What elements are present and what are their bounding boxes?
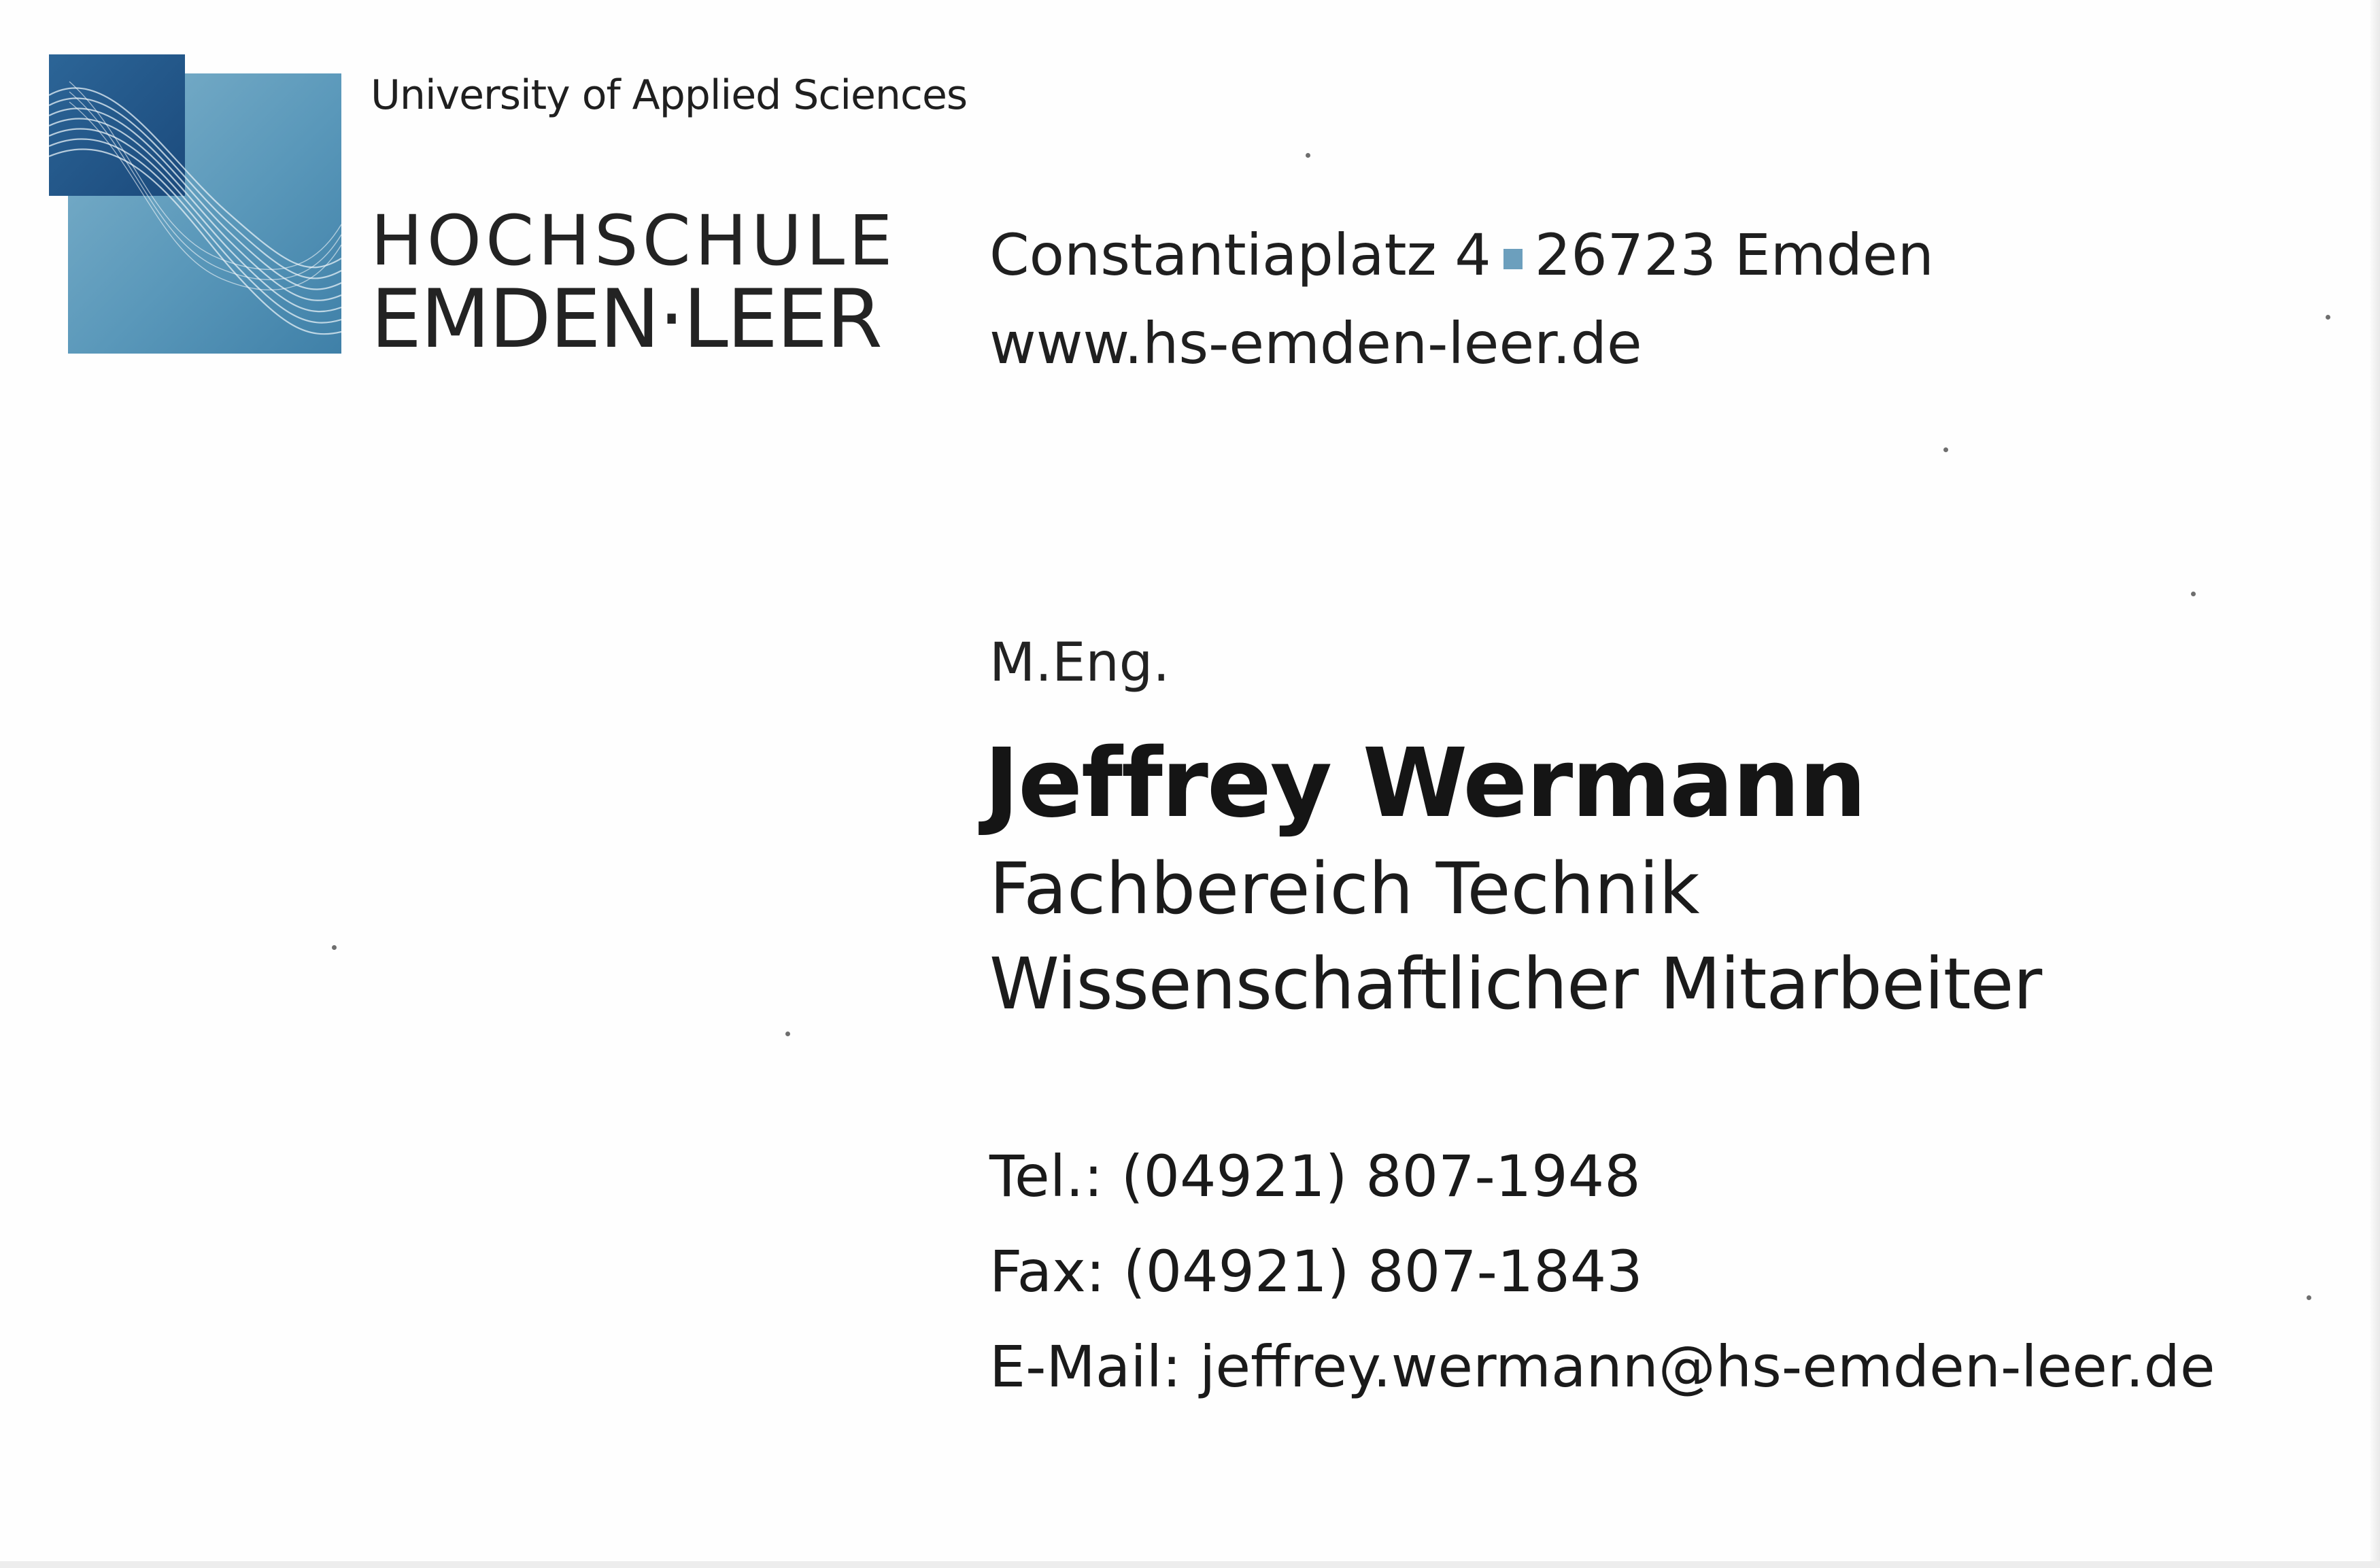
- address-street: Constantiaplatz 4: [989, 222, 1491, 288]
- university-name-line2: EMDEN·LEER: [371, 273, 883, 367]
- address-city: 26723 Emden: [1534, 222, 1934, 288]
- university-name-line1: HOCHSCHULE: [371, 201, 897, 282]
- scan-speck: [2191, 592, 2196, 596]
- university-logo-icon: [49, 54, 341, 354]
- person-name: Jeffrey Wermann: [984, 728, 1867, 839]
- scan-speck: [2307, 1295, 2311, 1300]
- fax-number: Fax: (04921) 807-1843: [989, 1238, 1643, 1305]
- postal-address: Constantiaplatz 4 26723 Emden: [989, 218, 1934, 292]
- card-edge-right: [2370, 0, 2380, 1568]
- scan-speck: [332, 945, 337, 950]
- separator-square-icon: [1503, 249, 1523, 270]
- email-address[interactable]: E-Mail: jeffrey.wermann@hs-emden-leer.de: [989, 1329, 2215, 1404]
- job-title: Wissenschaftlicher Mitarbeiter: [989, 942, 2042, 1025]
- scan-speck: [785, 1032, 790, 1036]
- card-edge-bottom: [0, 1561, 2380, 1568]
- university-tagline: University of Applied Sciences: [371, 71, 968, 119]
- scan-speck: [2326, 315, 2330, 320]
- department: Fachbereich Technik: [989, 847, 1700, 930]
- business-card: University of Applied Sciences HOCHSCHUL…: [0, 0, 2380, 1568]
- academic-degree: M.Eng.: [989, 632, 1170, 694]
- website-link[interactable]: www.hs-emden-leer.de: [989, 306, 1642, 381]
- phone-number[interactable]: Tel.: (04921) 807-1948: [989, 1139, 1641, 1214]
- scan-speck: [1943, 447, 1948, 452]
- scan-speck: [1306, 153, 1310, 158]
